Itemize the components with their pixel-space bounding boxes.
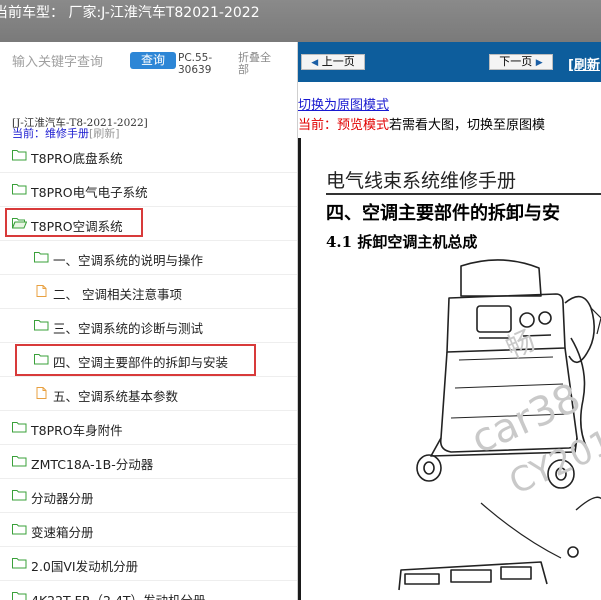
tree-node[interactable]: ZMTC18A-1B-分动器 <box>0 445 297 479</box>
tree-node[interactable]: T8PRO车身附件 <box>0 411 297 445</box>
tree-node-label: 五、空调系统基本参数 <box>53 389 179 404</box>
folder-icon <box>12 455 27 467</box>
tree-node-label: 分动器分册 <box>31 491 94 506</box>
folder-icon <box>34 251 49 263</box>
folder-icon <box>12 149 27 161</box>
vehicle-title: 当前车型： 厂家:J-江淮汽车T82021-2022 <box>0 5 260 21</box>
next-page-label: 下一页 <box>499 55 533 68</box>
mode-prefix: 当前：预览模式 <box>298 118 390 133</box>
folder-icon <box>34 319 49 331</box>
tree-node-label: T8PRO车身附件 <box>31 423 123 438</box>
top-title-bar: 当前车型： 厂家:J-江淮汽车T82021-2022 <box>0 0 601 42</box>
tree-node[interactable]: T8PRO电气电子系统 <box>0 173 297 207</box>
mode-hint: 若需看大图，切换至原图模 <box>389 118 546 133</box>
tree-node[interactable]: 变速箱分册 <box>0 513 297 547</box>
highlight-box-air-conditioning <box>5 208 143 237</box>
tree-node[interactable]: 4K22T FR（2.4T）发动机分册 <box>0 581 297 600</box>
search-row: 查询 PC.55-30639 折叠全部 <box>0 42 297 82</box>
arrow-right-icon: ▶ <box>535 58 543 68</box>
mode-status: 当前：预览模式若需看大图，切换至原图模 <box>298 114 545 133</box>
search-button[interactable]: 查询 <box>130 52 176 69</box>
tree-node[interactable]: 三、空调系统的诊断与测试 <box>0 309 297 343</box>
tree-node-label: 2.0国VI发动机分册 <box>31 559 139 574</box>
tree-node[interactable]: 二、 空调相关注意事项 <box>0 275 297 309</box>
refresh-page-link[interactable]: [刷新 <box>568 54 600 73</box>
document-icon <box>34 387 48 399</box>
tree-node[interactable]: 五、空调系统基本参数 <box>0 377 297 411</box>
tree-node-label: ZMTC18A-1B-分动器 <box>31 457 154 472</box>
folder-icon <box>12 557 27 569</box>
next-page-button[interactable]: 下一页 ▶ <box>489 54 553 70</box>
collapse-all-link[interactable]: 折叠全部 <box>238 52 278 76</box>
tree-node-label: T8PRO电气电子系统 <box>31 185 148 200</box>
tree-node[interactable]: 分动器分册 <box>0 479 297 513</box>
tree-node[interactable]: 2.0国VI发动机分册 <box>0 547 297 581</box>
page-nav-bar: ◀ 上一页 下一页 ▶ [刷新 <box>298 42 601 82</box>
tree-node-label: 一、空调系统的说明与操作 <box>53 253 204 268</box>
ac-recovery-machine-illustration <box>398 259 601 591</box>
tree-node-label: 三、空调系统的诊断与测试 <box>53 321 204 336</box>
folder-icon <box>12 591 27 600</box>
tree-node[interactable]: T8PRO底盘系统 <box>0 139 297 173</box>
arrow-left-icon: ◀ <box>311 58 319 68</box>
folder-icon <box>12 523 27 535</box>
document-preview: 电气线束系统维修手册 四、空调主要部件的拆卸与安 4.1 拆卸空调主机总成 畅 … <box>298 138 601 600</box>
document-icon <box>34 285 48 297</box>
search-input[interactable] <box>12 53 124 71</box>
folder-icon <box>12 421 27 433</box>
highlight-box-component-removal <box>15 344 256 376</box>
left-panel: 查询 PC.55-30639 折叠全部 [J-江淮汽车-T8-2021-2022… <box>0 42 298 600</box>
switch-original-mode-link[interactable]: 切换为原图模式 <box>298 94 389 113</box>
pc-code: PC.55-30639 <box>178 52 213 76</box>
tree-node-label: 4K22T FR（2.4T）发动机分册 <box>31 590 206 600</box>
folder-icon <box>12 183 27 195</box>
tree-node-label: 二、 空调相关注意事项 <box>53 287 182 302</box>
prev-page-label: 上一页 <box>321 55 355 68</box>
content-panel: ◀ 上一页 下一页 ▶ [刷新 切换为原图模式 当前：预览模式若需看大图，切换至… <box>298 42 601 600</box>
prev-page-button[interactable]: ◀ 上一页 <box>301 54 365 70</box>
folder-icon <box>12 489 27 501</box>
tree-node[interactable]: 一、空调系统的说明与操作 <box>0 241 297 275</box>
tree-node-label: T8PRO底盘系统 <box>31 151 123 166</box>
tree-node-label: 变速箱分册 <box>31 525 94 540</box>
